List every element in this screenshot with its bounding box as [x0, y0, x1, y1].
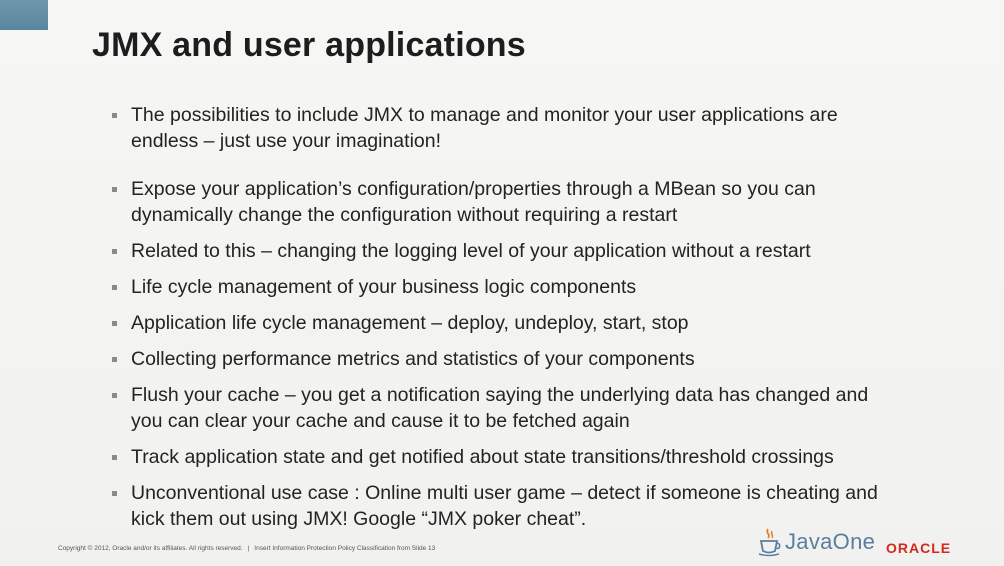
bullet-item: Flush your cache – you get a notificatio… — [112, 382, 1002, 434]
bullet-text: Life cycle management of your business l… — [131, 276, 637, 298]
bullet-marker-icon — [112, 321, 117, 326]
bullet-item: Expose your application’s configuration/… — [112, 176, 1002, 228]
bullet-text: Related to this – changing the logging l… — [131, 240, 811, 262]
javaone-logo: JavaOne — [756, 524, 875, 560]
bullet-item: Life cycle management of your business l… — [112, 274, 1002, 300]
bullet-text: Unconventional use case : Online multi u… — [131, 482, 878, 504]
slide: JMX and user applications The possibilit… — [0, 0, 1004, 566]
bullet-marker-icon — [112, 285, 117, 290]
copyright-text: Copyright © 2012, Oracle and/or its affi… — [58, 545, 243, 552]
bullet-text: Track application state and get notified… — [131, 446, 834, 468]
bullet-text: endless – just use your imagination! — [131, 130, 442, 152]
bullet-text: you can clear your cache and cause it to… — [131, 410, 630, 432]
slide-title: JMX and user applications — [92, 26, 526, 64]
policy-text: Insert Information Protection Policy Cla… — [254, 545, 436, 552]
bullet-item: Related to this – changing the logging l… — [112, 238, 1002, 264]
oracle-logo: ORACLE — [886, 540, 952, 556]
bullet-item: The possibilities to include JMX to mana… — [112, 102, 1002, 154]
bullet-marker-icon — [112, 357, 117, 362]
bullet-marker-icon — [112, 455, 117, 460]
bullet-list: The possibilities to include JMX to mana… — [112, 102, 1002, 532]
bullet-item: Collecting performance metrics and stati… — [112, 346, 1002, 372]
footer-separator: | — [247, 545, 250, 552]
bullet-text: The possibilities to include JMX to mana… — [131, 104, 838, 126]
bullet-marker-icon — [112, 393, 117, 398]
java-cup-icon — [758, 528, 781, 557]
corner-accent — [0, 0, 48, 30]
bullet-item: Track application state and get notified… — [112, 444, 1002, 470]
footer-copyright: Copyright © 2012, Oracle and/or its affi… — [58, 545, 435, 552]
bullet-text: Flush your cache – you get a notificatio… — [131, 384, 869, 406]
bullet-item: Application life cycle management – depl… — [112, 310, 1002, 336]
bullet-marker-icon — [112, 491, 117, 496]
bullet-text: Expose your application’s configuration/… — [131, 178, 816, 200]
bullet-marker-icon — [112, 249, 117, 254]
bullet-text: dynamically change the configuration wit… — [131, 204, 678, 226]
bullet-text: Collecting performance metrics and stati… — [131, 348, 695, 370]
bullet-text: Application life cycle management – depl… — [131, 312, 689, 334]
bullet-marker-icon — [112, 113, 117, 118]
bullet-marker-icon — [112, 187, 117, 192]
javaone-label: JavaOne — [785, 529, 876, 554]
